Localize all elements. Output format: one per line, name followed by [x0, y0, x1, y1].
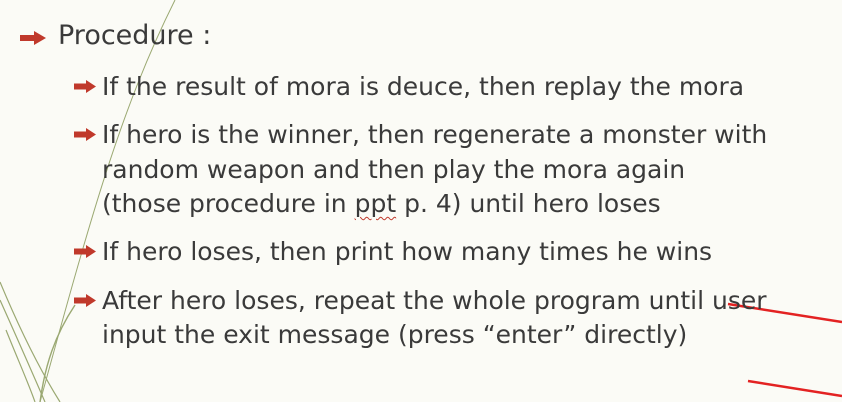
bullet-hero-wins-line2: random weapon and then play the mora aga… [102, 155, 686, 184]
arrow-right-icon [74, 128, 96, 141]
arrow-right-icon [74, 80, 96, 93]
bullet-mora-deuce: If the result of mora is deuce, then rep… [102, 72, 745, 101]
bullet-hero-wins-line3: (those procedure in ppt p. 4) until hero… [102, 187, 661, 221]
decor-curve-3 [5, 329, 36, 402]
bullet-hero-loses: If hero loses, then print how many times… [102, 237, 713, 266]
decor-curve-1 [0, 281, 61, 402]
procedure-heading: Procedure : [58, 20, 212, 51]
arrow-right-icon [74, 245, 96, 258]
bullet-repeat-line1: After hero loses, repeat the whole progr… [102, 286, 767, 315]
arrow-right-icon [20, 31, 46, 45]
decor-curve-2 [0, 299, 46, 402]
spellcheck-word: ppt [354, 189, 397, 218]
bullet-repeat-line2: input the exit message (press “enter” di… [102, 320, 688, 349]
line3-post: p. 4) until hero loses [396, 189, 661, 218]
arrow-right-icon [74, 294, 96, 307]
bullet-hero-wins-line1: If hero is the winner, then regenerate a… [102, 120, 768, 149]
line3-pre: (those procedure in [102, 189, 355, 218]
decor-curve-5 [39, 304, 76, 402]
annotation-line [747, 379, 842, 398]
